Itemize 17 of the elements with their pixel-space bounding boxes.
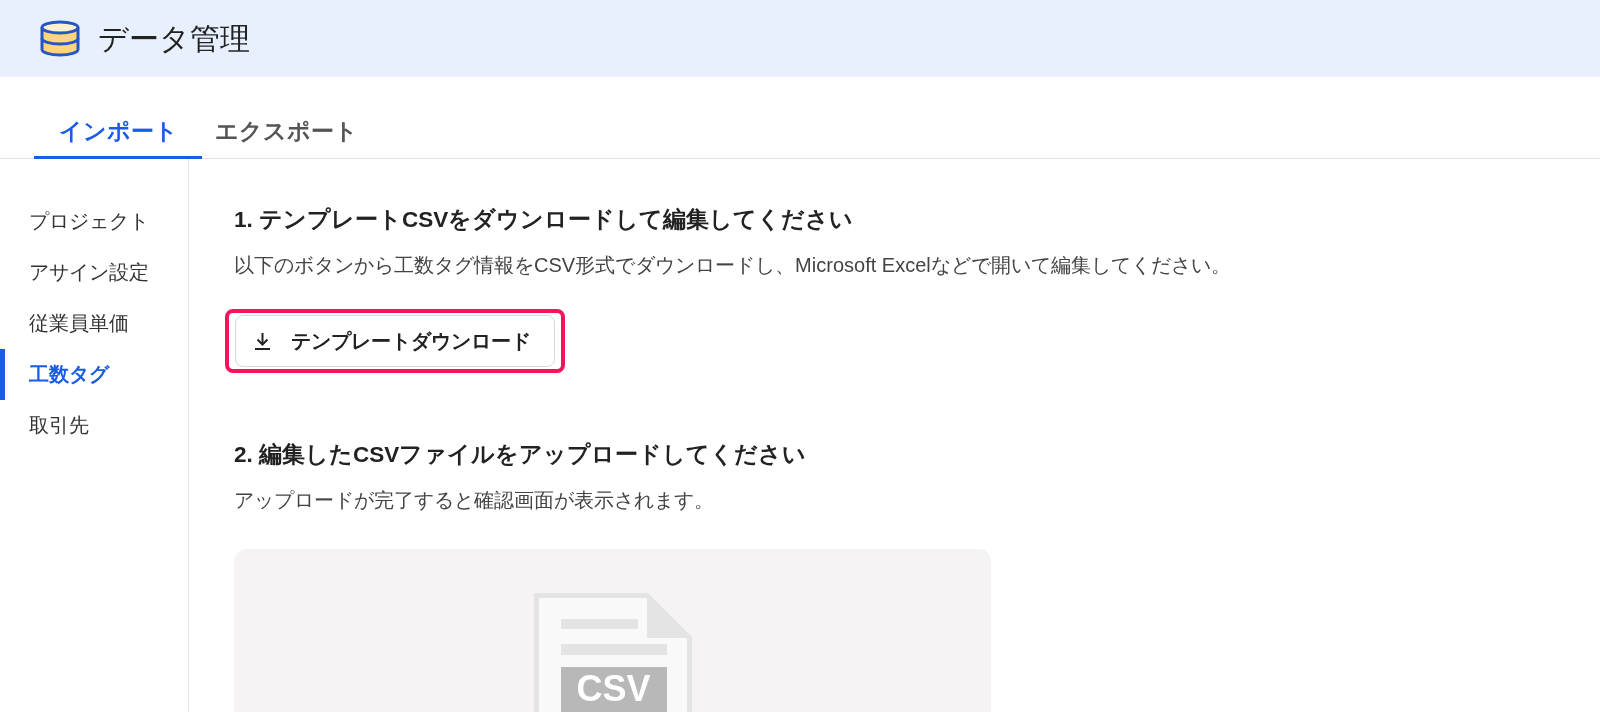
csv-file-icon bbox=[533, 593, 692, 712]
sidebar-item[interactable]: プロジェクト bbox=[0, 196, 188, 247]
database-icon bbox=[40, 20, 80, 57]
tab[interactable]: インポート bbox=[34, 117, 202, 159]
step-heading: 2. 編集したCSVファイルをアップロードしてください bbox=[234, 441, 807, 469]
tab[interactable]: エクスポート bbox=[202, 117, 370, 159]
sidebar-item[interactable]: アサイン設定 bbox=[0, 247, 188, 298]
sidebar-item[interactable]: 従業員単価 bbox=[0, 298, 188, 349]
file-type-label: CSV bbox=[575, 670, 652, 708]
download-icon bbox=[254, 332, 271, 350]
step-description: アップロードが完了すると確認画面が表示されます。 bbox=[234, 488, 714, 513]
download-button[interactable]: テンプレートダウンロード bbox=[235, 315, 555, 367]
sidebar-item[interactable]: 取引先 bbox=[0, 400, 188, 451]
step-description: 以下のボタンから工数タグ情報をCSV形式でダウンロードし、Microsoft Excelなどで開いて編集してください。 bbox=[234, 253, 1231, 278]
page-title: データ管理 bbox=[98, 20, 250, 57]
step-heading: 1. テンプレートCSVをダウンロードして編集してください bbox=[234, 206, 854, 234]
sidebar-item[interactable]: 工数タグ bbox=[0, 349, 188, 400]
